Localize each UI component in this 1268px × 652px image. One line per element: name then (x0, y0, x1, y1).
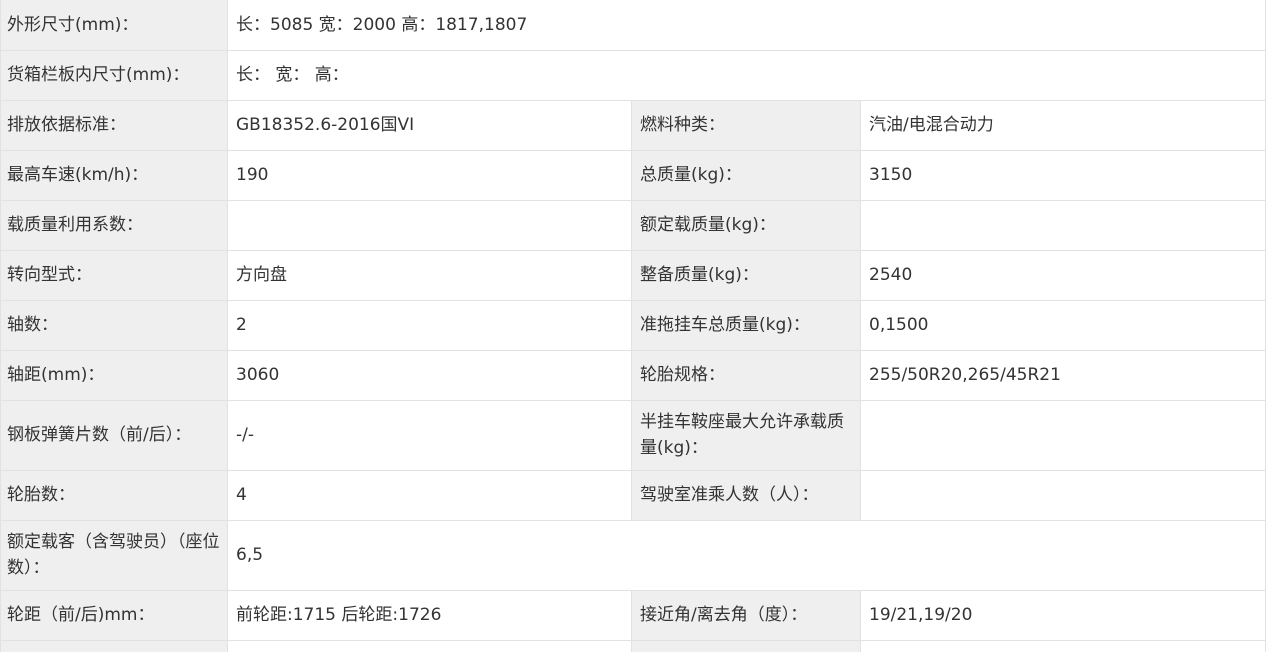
value-cab-capacity (860, 470, 1266, 521)
value-cell-cutoff (860, 639, 1266, 652)
value-rated-load (860, 200, 1266, 251)
value-rated-passengers: 6,5 (227, 520, 1266, 591)
value-approach-departure-angle: 19/21,19/20 (860, 590, 1266, 641)
label-rated-passengers: 额定载客（含驾驶员）（座位数）： (0, 520, 228, 591)
label-tire-spec: 轮胎规格： (631, 350, 861, 401)
label-dimensions: 外形尺寸(mm)： (0, 0, 228, 51)
label-track-width: 轮距（前/后)mm： (0, 590, 228, 641)
table-row: 转向型式： 方向盘 整备质量(kg)： 2540 (0, 250, 1266, 301)
label-curb-weight: 整备质量(kg)： (631, 250, 861, 301)
label-rated-load: 额定载质量(kg)： (631, 200, 861, 251)
value-curb-weight: 2540 (860, 250, 1266, 301)
value-total-mass: 3150 (860, 150, 1266, 201)
value-wheelbase: 3060 (227, 350, 632, 401)
value-trailer-mass: 0,1500 (860, 300, 1266, 351)
value-steering-type: 方向盘 (227, 250, 632, 301)
label-fifth-wheel-load: 半挂车鞍座最大允许承载质量(kg)： (631, 400, 861, 471)
table-row: 轴距(mm)： 3060 轮胎规格： 255/50R20,265/45R21 (0, 350, 1266, 401)
value-fuel-type: 汽油/电混合动力 (860, 100, 1266, 151)
table-row: 轮距（前/后)mm： 前轮距:1715 后轮距:1726 接近角/离去角（度）：… (0, 590, 1266, 641)
table-row: 最高车速(km/h)： 190 总质量(kg)： 3150 (0, 150, 1266, 201)
table-row: 轴数： 2 准拖挂车总质量(kg)： 0,1500 (0, 300, 1266, 351)
value-track-width: 前轮距:1715 后轮距:1726 (227, 590, 632, 641)
label-fuel-type: 燃料种类： (631, 100, 861, 151)
value-axle-count: 2 (227, 300, 632, 351)
value-tire-count: 4 (227, 470, 632, 521)
label-leaf-springs: 钢板弹簧片数（前/后）： (0, 400, 228, 471)
label-cell-cutoff (0, 639, 228, 652)
label-cab-capacity: 驾驶室准乘人数（人）： (631, 470, 861, 521)
table-row: 钢板弹簧片数（前/后）： -/- 半挂车鞍座最大允许承载质量(kg)： (0, 400, 1266, 471)
value-dimensions: 长：5085 宽：2000 高：1817,1807 (227, 0, 1266, 51)
table-row: 载质量利用系数： 额定载质量(kg)： (0, 200, 1266, 251)
label-cargo-box-size: 货箱栏板内尺寸(mm)： (0, 50, 228, 101)
vehicle-spec-table: 外形尺寸(mm)： 长：5085 宽：2000 高：1817,1807 货箱栏板… (0, 0, 1266, 652)
value-cell-cutoff (227, 639, 632, 652)
value-max-speed: 190 (227, 150, 632, 201)
value-fifth-wheel-load (860, 400, 1266, 471)
label-total-mass: 总质量(kg)： (631, 150, 861, 201)
table-row (0, 639, 1266, 652)
value-leaf-springs: -/- (227, 400, 632, 471)
label-approach-departure-angle: 接近角/离去角（度）： (631, 590, 861, 641)
label-cell-cutoff (631, 639, 861, 652)
label-load-factor: 载质量利用系数： (0, 200, 228, 251)
label-emission-standard: 排放依据标准： (0, 100, 228, 151)
label-axle-count: 轴数： (0, 300, 228, 351)
label-wheelbase: 轴距(mm)： (0, 350, 228, 401)
table-row: 排放依据标准： GB18352.6-2016国VI 燃料种类： 汽油/电混合动力 (0, 100, 1266, 151)
table-row: 额定载客（含驾驶员）（座位数）： 6,5 (0, 520, 1266, 591)
table-row: 轮胎数： 4 驾驶室准乘人数（人）： (0, 470, 1266, 521)
value-emission-standard: GB18352.6-2016国VI (227, 100, 632, 151)
label-tire-count: 轮胎数： (0, 470, 228, 521)
value-cargo-box-size: 长： 宽： 高： (227, 50, 1266, 101)
label-max-speed: 最高车速(km/h)： (0, 150, 228, 201)
label-steering-type: 转向型式： (0, 250, 228, 301)
value-load-factor (227, 200, 632, 251)
table-row: 外形尺寸(mm)： 长：5085 宽：2000 高：1817,1807 (0, 0, 1266, 51)
value-tire-spec: 255/50R20,265/45R21 (860, 350, 1266, 401)
label-trailer-mass: 准拖挂车总质量(kg)： (631, 300, 861, 351)
table-row: 货箱栏板内尺寸(mm)： 长： 宽： 高： (0, 50, 1266, 101)
